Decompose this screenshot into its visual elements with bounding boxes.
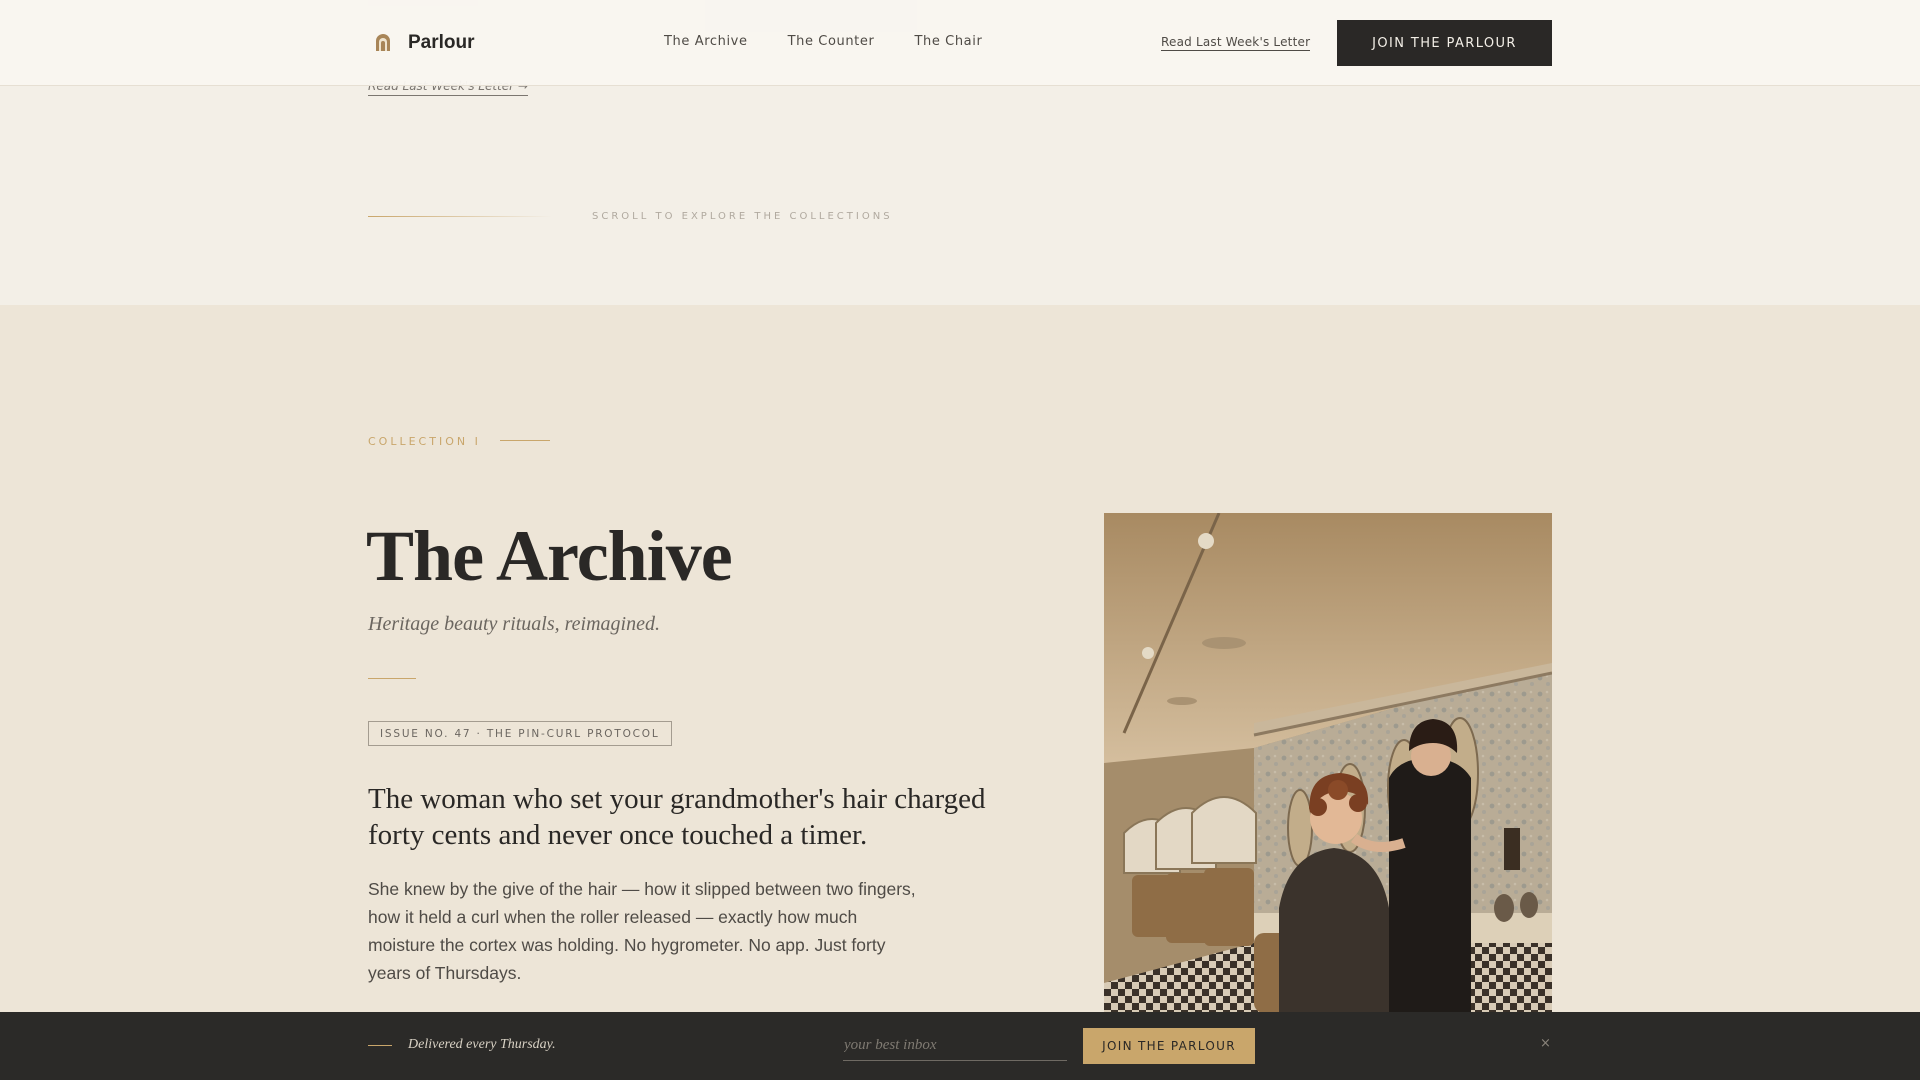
scroll-hint: SCROLL TO EXPLORE THE COLLECTIONS [592, 211, 893, 222]
newsletter-rule [368, 1045, 392, 1046]
short-divider [368, 678, 416, 679]
nav-item-counter[interactable]: The Counter [788, 34, 875, 49]
newsletter-tagline: Delivered every Thursday. [408, 1037, 556, 1052]
collection-subtitle: Heritage beauty rituals, reimagined. [368, 613, 660, 635]
salon-photo [1104, 513, 1552, 1013]
scroll-line [368, 216, 552, 217]
header-join-button[interactable]: JOIN THE PARLOUR [1337, 20, 1552, 66]
newsletter-bar: Delivered every Thursday. JOIN THE PARLO… [0, 1012, 1920, 1080]
eyebrow-rule [500, 440, 550, 441]
site-header: Parlour The Archive The Counter The Chai… [0, 0, 1920, 86]
nav-item-archive[interactable]: The Archive [664, 34, 748, 49]
newsletter-join-button[interactable]: JOIN THE PARLOUR [1083, 1028, 1255, 1064]
collection-title: The Archive [366, 516, 733, 596]
nav-item-chair[interactable]: The Chair [914, 34, 982, 49]
collection-eyebrow: COLLECTION I [368, 435, 481, 448]
issue-tag: ISSUE NO. 47 · THE PIN-CURL PROTOCOL [368, 721, 672, 746]
lede-paragraph: The woman who set your grandmother's hai… [368, 783, 986, 851]
body-paragraph: She knew by the give of the hair — how i… [368, 879, 916, 983]
logo-text[interactable]: Parlour [408, 32, 475, 54]
main-nav: The Archive The Counter The Chair [664, 34, 982, 49]
close-icon[interactable]: × [1540, 1036, 1551, 1051]
arch-logo-icon[interactable] [373, 32, 393, 52]
header-letter-link[interactable]: Read Last Week's Letter [1161, 35, 1311, 51]
email-field[interactable] [843, 1031, 1067, 1061]
